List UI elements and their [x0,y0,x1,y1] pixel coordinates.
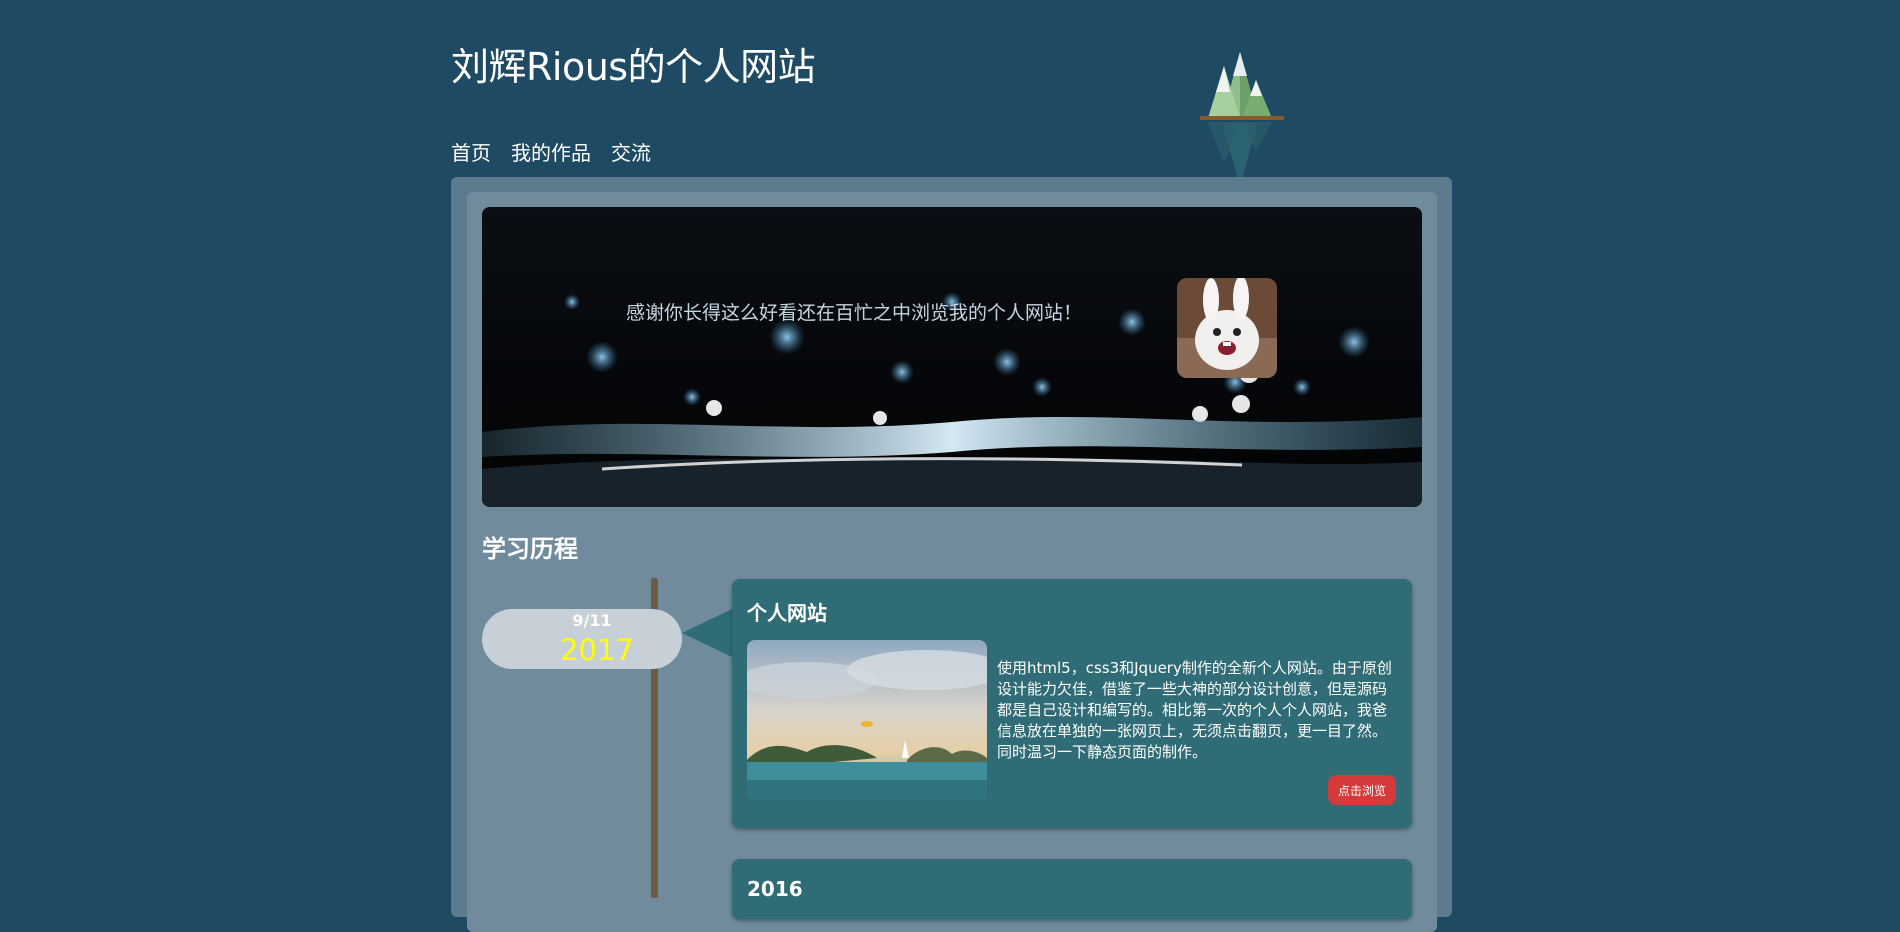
nav-item-contact[interactable]: 交流 [611,137,651,166]
site-title: 刘辉Rious的个人网站 [451,45,816,89]
banner-welcome-text: 感谢你长得这么好看还在百忙之中浏览我的个人网站！ [626,302,1083,324]
timeline-date-badge: 9/11 2017 [482,609,682,669]
timeline-pointer-arrow [682,608,734,658]
timeline-card: 2016 [732,859,1412,919]
date-year: 2017 [560,633,634,667]
mountain-logo-icon [1190,46,1300,196]
date-day: 9/11 [572,611,612,630]
card-title: 2016 [747,877,803,901]
bokeh-background-image [482,207,1422,507]
avatar [1177,278,1277,378]
card-title: 个人网站 [747,601,827,625]
card-description: 使用html5，css3和Jquery制作的全新个人网站。由于原创设计能力欠佳，… [997,659,1392,761]
nav-item-works[interactable]: 我的作品 [511,137,591,166]
project-thumbnail-image[interactable] [747,640,987,800]
welcome-banner: 感谢你长得这么好看还在百忙之中浏览我的个人网站！ [482,207,1422,507]
browse-button[interactable]: 点击浏览 [1328,775,1396,805]
timeline-card: 个人网站 使用html5，css3和Jquery制作的全新个人网站。由于原创设计… [732,579,1412,828]
main-nav: 首页 我的作品 交流 [451,137,651,166]
nav-item-home[interactable]: 首页 [451,137,491,166]
section-title-learning: 学习历程 [482,535,578,563]
